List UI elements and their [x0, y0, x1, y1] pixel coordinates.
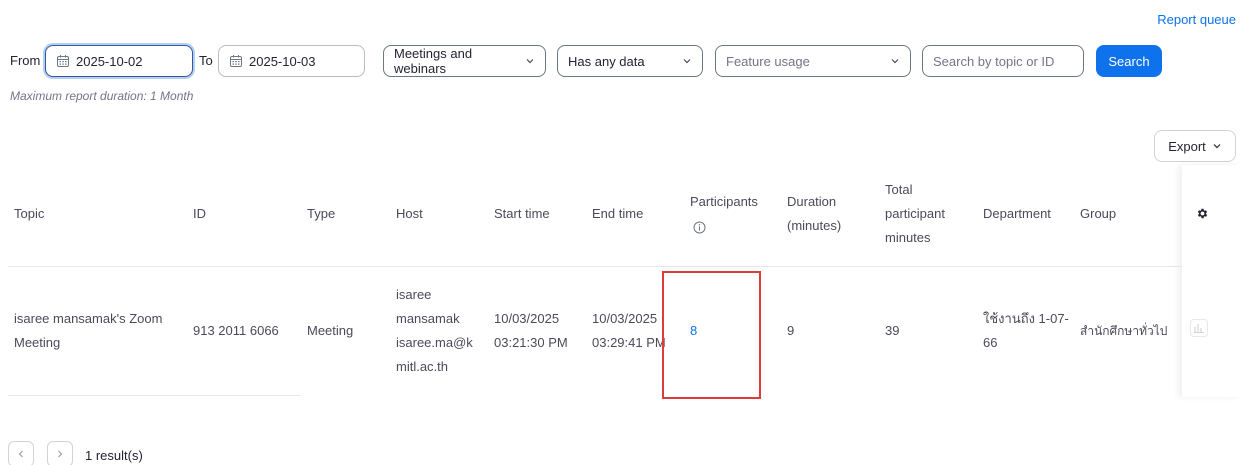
next-page-button[interactable]: [47, 441, 73, 465]
meeting-type-value: Meetings and webinars: [394, 46, 473, 76]
calendar-icon: [230, 55, 242, 67]
from-date-value: 2025-10-02: [76, 53, 143, 69]
cell-id: 913 2011 6066: [193, 323, 279, 338]
cell-type: Meeting: [307, 323, 354, 338]
meeting-type-select[interactable]: Meetings and webinars: [383, 45, 546, 77]
search-button[interactable]: Search: [1096, 45, 1162, 77]
row-divider: [8, 395, 300, 396]
cell-topic: isaree mansamak's Zoom Meeting: [14, 311, 163, 350]
cell-total-participant-minutes: 39: [885, 323, 900, 338]
header-department: Department: [983, 206, 1051, 221]
header-end-time: End time: [592, 206, 644, 221]
to-label: To: [199, 53, 213, 68]
chevron-left-icon: [18, 450, 23, 458]
gear-icon[interactable]: [1196, 207, 1209, 220]
search-input[interactable]: [922, 45, 1084, 77]
from-label: From: [10, 53, 41, 68]
header-topic: Topic: [14, 206, 45, 221]
chart-icon[interactable]: [1190, 319, 1208, 337]
header-host: Host: [396, 206, 423, 221]
header-participants: Participants: [690, 194, 758, 209]
calendar-icon: [57, 55, 69, 67]
feature-usage-placeholder: Feature usage: [726, 53, 810, 69]
cell-department: ใช้งานถึง 1-07- 66: [983, 311, 1069, 350]
header-duration: Duration (minutes): [787, 194, 842, 233]
header-group: Group: [1080, 206, 1117, 221]
info-icon[interactable]: [693, 221, 706, 234]
participants-highlight-box: [662, 271, 761, 399]
cell-start-time: 10/03/2025 03:21:30 PM: [494, 311, 568, 350]
cell-duration: 9: [787, 323, 795, 338]
header-type: Type: [307, 206, 336, 221]
chevron-down-icon: [526, 59, 534, 64]
settings-column: [1182, 165, 1241, 397]
header-start-time: Start time: [494, 206, 550, 221]
chevron-down-icon: [891, 59, 899, 64]
cell-host: isaree mansamak isaree.ma@k mitl.ac.th: [396, 287, 473, 374]
previous-page-button[interactable]: [8, 441, 34, 465]
results-count: 1 result(s): [85, 448, 143, 463]
export-button[interactable]: Export: [1154, 130, 1236, 162]
data-filter-value: Has any data: [568, 53, 645, 69]
chevron-down-icon: [1213, 144, 1221, 149]
report-queue-link[interactable]: Report queue: [1157, 12, 1236, 27]
feature-usage-select[interactable]: Feature usage: [715, 45, 911, 77]
export-label: Export: [1168, 138, 1206, 154]
chevron-down-icon: [683, 59, 691, 64]
chevron-right-icon: [58, 450, 63, 458]
max-duration-hint: Maximum report duration: 1 Month: [10, 89, 194, 103]
cell-group: สำนักศึกษาทั่วไป: [1080, 324, 1168, 338]
cell-end-time: 10/03/2025 03:29:41 PM: [592, 311, 666, 350]
from-date-input[interactable]: 2025-10-02: [45, 45, 193, 77]
data-filter-select[interactable]: Has any data: [557, 45, 703, 77]
to-date-value: 2025-10-03: [249, 53, 316, 69]
header-id: ID: [193, 206, 206, 221]
header-total-participant-minutes: Total participant minutes: [885, 182, 945, 245]
to-date-input[interactable]: 2025-10-03: [218, 45, 365, 77]
